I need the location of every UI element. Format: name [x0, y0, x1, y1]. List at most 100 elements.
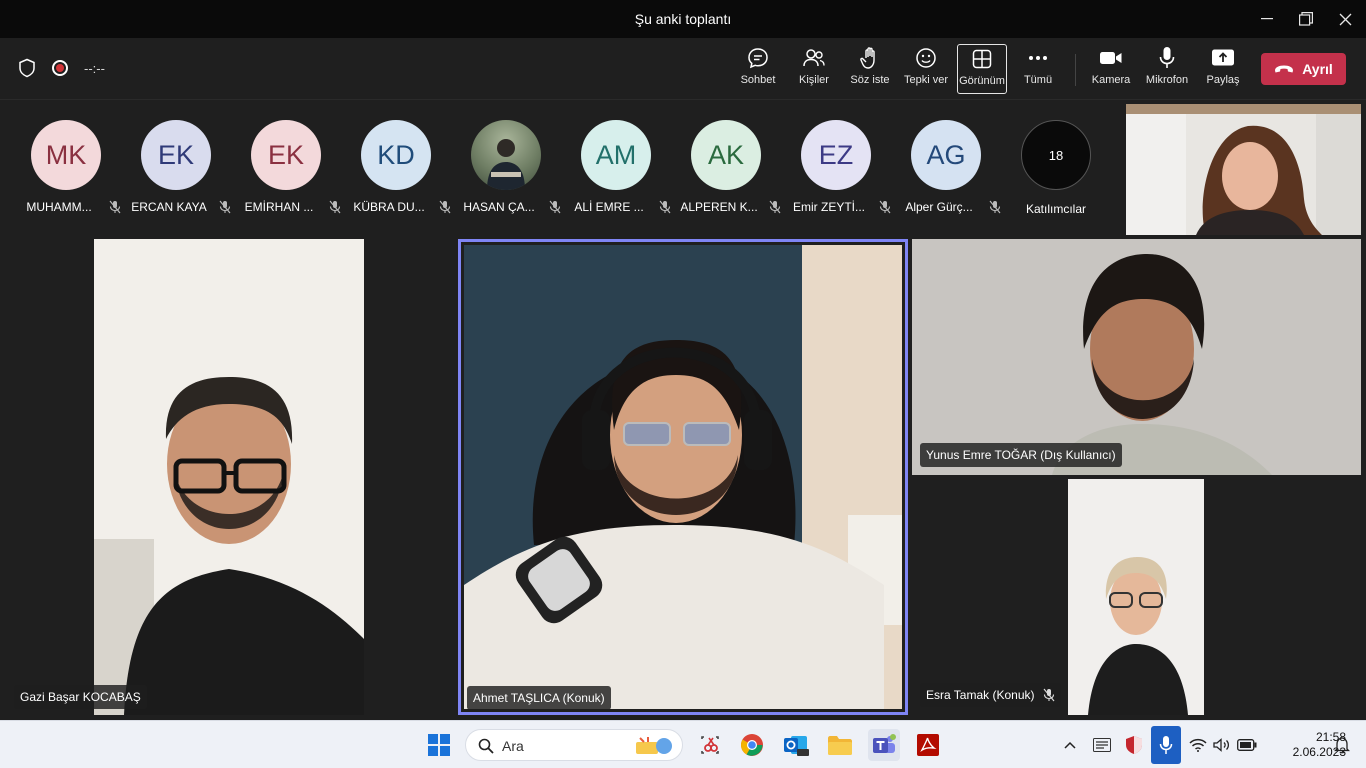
- video-tile-esra[interactable]: Esra Tamak (Konuk): [912, 479, 1361, 715]
- participant-name: HASAN ÇA...: [463, 200, 535, 214]
- participants-label: Katılımcılar: [1025, 202, 1086, 216]
- avatar-photo: [471, 120, 541, 190]
- search-placeholder: Ara: [502, 738, 524, 754]
- video-tile-yunus[interactable]: Yunus Emre TOĞAR (Dış Kullanıcı): [912, 239, 1361, 475]
- participant-name: ALİ EMRE ...: [574, 200, 644, 214]
- battery-button[interactable]: [1234, 729, 1260, 761]
- participant-item[interactable]: MK MUHAMM...: [11, 120, 121, 220]
- participant-item[interactable]: AM ALİ EMRE ...: [561, 120, 671, 220]
- person-photo-icon: [487, 139, 525, 190]
- more-icon: [1029, 56, 1047, 60]
- file-explorer-button[interactable]: [824, 729, 856, 761]
- mic-button[interactable]: Mikrofon: [1144, 44, 1190, 94]
- battery-icon: [1237, 739, 1257, 751]
- participant-name: Alper Gürç...: [905, 200, 973, 214]
- mic-off-icon: [109, 200, 121, 214]
- grid-view-icon: [972, 49, 992, 69]
- avatar: KD: [361, 120, 431, 190]
- start-button[interactable]: [423, 729, 455, 761]
- view-button[interactable]: Görünüm: [957, 44, 1007, 94]
- video-feed: [1068, 479, 1204, 715]
- react-label: Tepki ver: [903, 74, 949, 86]
- volume-icon: [1213, 738, 1230, 752]
- self-video-feed: [1126, 104, 1361, 235]
- react-button[interactable]: Tepki ver: [903, 44, 949, 94]
- participant-name: KÜBRA DU...: [353, 200, 425, 214]
- chrome-icon: [741, 734, 763, 756]
- security-shield-icon: [1126, 736, 1142, 754]
- microphone-icon: [1159, 47, 1175, 68]
- participant-item[interactable]: EK ERCAN KAYA: [121, 120, 231, 220]
- search-highlight-icon: [636, 737, 672, 754]
- participant-name: Yunus Emre TOĞAR (Dış Kullanıcı): [926, 448, 1116, 462]
- teams-icon: [873, 734, 896, 753]
- raise-hand-button[interactable]: Söz iste: [848, 44, 892, 94]
- view-label: Görünüm: [959, 75, 1005, 87]
- avatar: EZ: [801, 120, 871, 190]
- share-label: Paylaş: [1206, 74, 1240, 86]
- participant-item[interactable]: HASAN ÇA...: [451, 120, 561, 220]
- mic-off-icon: [439, 200, 451, 214]
- acrobat-button[interactable]: [912, 729, 944, 761]
- participant-name: Gazi Başar KOCABAŞ: [20, 690, 141, 704]
- security-tray-button[interactable]: [1120, 729, 1148, 761]
- smiley-icon: [916, 48, 936, 68]
- close-window-button[interactable]: [1322, 0, 1366, 38]
- more-button[interactable]: Tümü: [1022, 44, 1054, 94]
- share-button[interactable]: Paylaş: [1204, 44, 1242, 94]
- window-title: Şu anki toplantı: [634, 11, 732, 27]
- snipping-tool-icon: [701, 736, 719, 754]
- window-titlebar: Şu anki toplantı: [0, 0, 1366, 38]
- restore-icon: [1299, 12, 1313, 26]
- video-tile-gazi[interactable]: Gazi Başar KOCABAŞ: [6, 239, 452, 715]
- shield-icon[interactable]: [18, 58, 36, 78]
- mic-off-icon: [1043, 688, 1054, 702]
- participant-label: Esra Tamak (Konuk): [920, 683, 1061, 707]
- participant-label: Yunus Emre TOĞAR (Dış Kullanıcı): [920, 443, 1122, 467]
- more-label: Tümü: [1023, 74, 1053, 86]
- outlook-button[interactable]: [780, 729, 812, 761]
- participant-strip: MK MUHAMM... EK ERCAN KAYA EK EMİRHAN ..…: [0, 100, 1120, 238]
- chat-button[interactable]: Sohbet: [738, 44, 778, 94]
- participant-name: EMİRHAN ...: [244, 200, 314, 214]
- teams-button[interactable]: [868, 729, 900, 761]
- participant-item[interactable]: AG Alper Gürç...: [891, 120, 1001, 220]
- close-icon: [1339, 13, 1351, 25]
- mic-off-icon: [659, 200, 671, 214]
- video-feed: [94, 239, 364, 715]
- snipping-tool-button[interactable]: [694, 729, 726, 761]
- participant-name: Esra Tamak (Konuk): [926, 688, 1035, 702]
- hang-up-icon: [1275, 65, 1294, 73]
- wifi-button[interactable]: [1186, 729, 1210, 761]
- chrome-button[interactable]: [736, 729, 768, 761]
- mic-label: Mikrofon: [1145, 74, 1189, 86]
- video-tile-ahmet[interactable]: Ahmet TAŞLICA (Konuk): [458, 239, 908, 715]
- tray-mic-button[interactable]: [1151, 726, 1181, 764]
- avatar: EK: [251, 120, 321, 190]
- meeting-toolbar: --:-- Sohbet Kişiler Söz iste Tepki ver …: [0, 38, 1366, 100]
- self-video[interactable]: [1126, 104, 1361, 235]
- people-button[interactable]: Kişiler: [796, 44, 832, 94]
- leave-button[interactable]: Ayrıl: [1261, 53, 1346, 85]
- participant-label: Gazi Başar KOCABAŞ: [14, 685, 147, 709]
- participant-item[interactable]: EK EMİRHAN ...: [231, 120, 341, 220]
- participant-item[interactable]: AK ALPEREN K...: [671, 120, 781, 220]
- participant-item[interactable]: KD KÜBRA DU...: [341, 120, 451, 220]
- minimize-icon: [1261, 18, 1273, 20]
- participant-label: Ahmet TAŞLICA (Konuk): [467, 686, 611, 710]
- show-hidden-icons-button[interactable]: [1058, 729, 1082, 761]
- avatar: MK: [31, 120, 101, 190]
- recording-icon: [52, 60, 68, 76]
- avatar: AG: [911, 120, 981, 190]
- more-participants[interactable]: 18 Katılımcılar: [1001, 120, 1111, 220]
- participant-item[interactable]: EZ Emir ZEYTİ...: [781, 120, 891, 220]
- tray-app-button[interactable]: [1088, 729, 1116, 761]
- taskbar: Ara 21:58 2.06.2023: [0, 720, 1366, 768]
- notifications-button[interactable]: [1330, 729, 1354, 761]
- taskbar-search[interactable]: Ara: [465, 729, 683, 761]
- volume-button[interactable]: [1210, 729, 1234, 761]
- raise-hand-icon: [860, 47, 875, 69]
- mic-off-icon: [989, 200, 1001, 214]
- acrobat-icon: [917, 734, 939, 756]
- camera-button[interactable]: Kamera: [1090, 44, 1132, 94]
